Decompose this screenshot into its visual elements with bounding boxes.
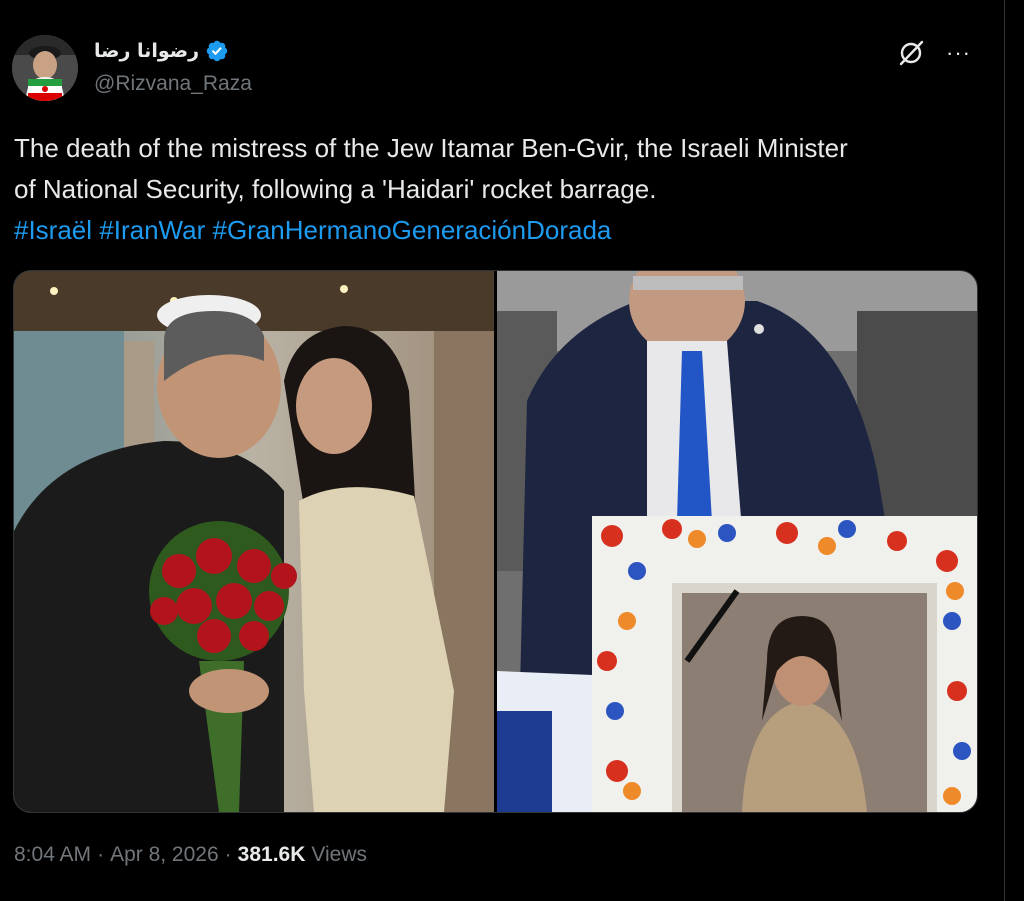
hashtag-link[interactable]: #Israël [14, 215, 92, 245]
photo-couple-with-roses[interactable] [14, 271, 494, 812]
profile-avatar-icon [12, 35, 78, 101]
author-display-name[interactable]: رضوانا رضا [94, 40, 199, 62]
meta-separator: · [97, 843, 105, 866]
verified-badge-icon[interactable] [205, 39, 229, 63]
author-name-row[interactable]: رضوانا رضا [94, 36, 229, 66]
more-options-icon[interactable]: ··· [946, 38, 971, 68]
hashtag-link[interactable]: #IranWar [99, 215, 205, 245]
tweet-date[interactable]: Apr 8, 2026 [110, 843, 219, 867]
photo-memorial-portrait[interactable] [497, 271, 977, 812]
views-count: 381.6K [237, 843, 306, 866]
views-label: Views [311, 843, 368, 866]
author-handle[interactable]: @Rizvana_Raza [94, 72, 252, 96]
hashtag-line: #Israël #IranWar #GranHermanoGeneraciónD… [14, 210, 989, 251]
grok-icon[interactable] [894, 36, 928, 70]
tweet-media [13, 270, 978, 813]
meta-separator: · [224, 843, 232, 866]
tweet-meta: 8:04 AM · Apr 8, 2026 · 381.6K Views [14, 843, 367, 867]
tweet-text-line: of National Security, following a 'Haida… [14, 174, 657, 204]
tweet-time[interactable]: 8:04 AM [14, 843, 91, 867]
tweet-body: The death of the mistress of the Jew Ita… [14, 128, 989, 251]
timeline-border [1004, 0, 1005, 901]
author-avatar[interactable] [12, 35, 78, 101]
tweet-text-line: The death of the mistress of the Jew Ita… [14, 133, 848, 163]
tweet-top-actions: ··· [894, 36, 971, 70]
hashtag-link[interactable]: #GranHermanoGeneraciónDorada [212, 215, 611, 245]
